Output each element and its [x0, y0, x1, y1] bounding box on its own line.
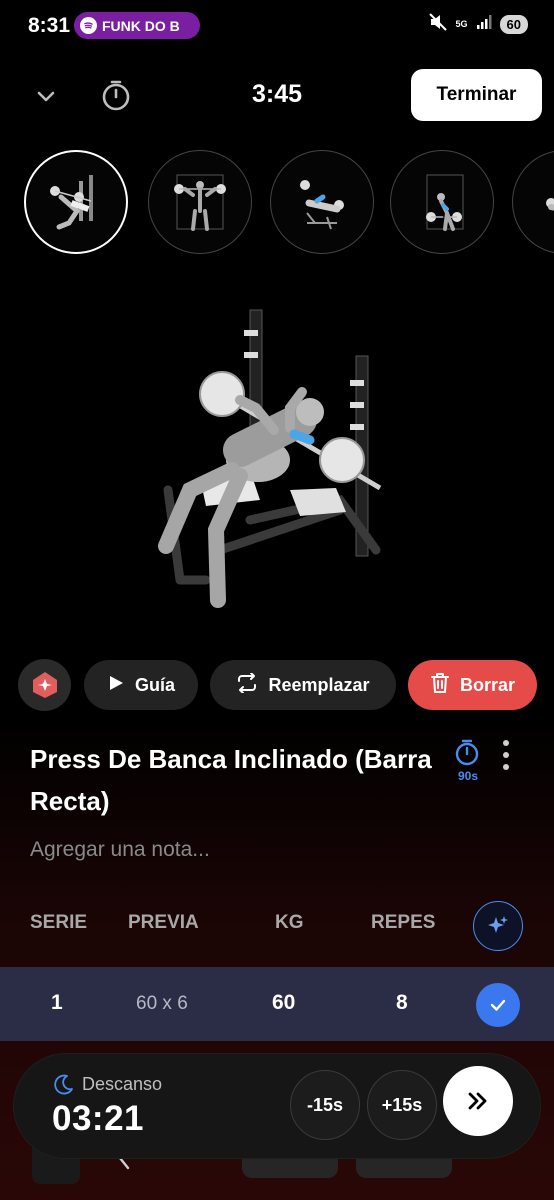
play-icon — [107, 674, 125, 697]
signal-icon — [476, 14, 492, 35]
replace-button[interactable]: Reemplazar — [210, 660, 396, 710]
network-label: 5G — [455, 19, 468, 29]
exercise-thumbnail[interactable] — [390, 150, 494, 254]
trash-icon — [430, 672, 450, 699]
kg-input[interactable]: 60 — [272, 991, 295, 1015]
rest-timer-bar: Descanso 03:21 -15s +15s — [14, 1054, 540, 1158]
column-serie: SERIE — [30, 912, 88, 933]
set-table-header: SERIE PREVIA KG REPES — [0, 912, 554, 942]
status-indicators: 5G 60 — [428, 13, 528, 36]
exercise-thumbnail[interactable] — [24, 150, 128, 254]
status-time: 8:31 — [28, 14, 71, 37]
rest-timer-icon[interactable] — [452, 737, 482, 767]
bench-press-illustration — [50, 175, 93, 230]
exercise-illustration — [174, 174, 226, 231]
delete-button[interactable]: Borrar — [408, 660, 537, 710]
exercise-thumbnail[interactable] — [270, 150, 374, 254]
exercise-illustration — [546, 198, 554, 211]
column-kg: KG — [275, 912, 304, 933]
mute-icon — [428, 13, 448, 36]
sparkle-icon — [488, 916, 508, 933]
table-row: 1 60 x 6 60 8 — [0, 967, 554, 1041]
rest-timer-value[interactable]: 90s — [450, 769, 486, 783]
finish-button[interactable]: Terminar — [411, 69, 542, 121]
media-playing-pill[interactable]: FUNK DO B — [74, 12, 200, 39]
sparkle-badge-icon — [32, 672, 57, 698]
replace-label: Reemplazar — [268, 674, 370, 695]
plus-15s-button[interactable]: +15s — [367, 1070, 437, 1140]
note-input[interactable]: Agregar una nota... — [30, 838, 210, 862]
delete-label: Borrar — [459, 674, 516, 695]
reps-input[interactable]: 8 — [396, 991, 408, 1015]
exercise-actions: Guía Reemplazar Borrar — [0, 659, 554, 711]
moon-icon — [52, 1074, 74, 1096]
double-chevron-right-icon — [468, 1092, 487, 1110]
previous-value[interactable]: 60 x 6 — [136, 993, 188, 1015]
exercise-illustration — [300, 180, 344, 230]
ai-suggest-button[interactable] — [473, 901, 523, 951]
exercise-illustration — [140, 300, 400, 620]
rest-label: Descanso — [82, 1074, 163, 1094]
battery-indicator: 60 — [499, 15, 528, 34]
exercise-title[interactable]: Press De Banca Inclinado (Barra Recta) — [30, 738, 450, 822]
column-repes: REPES — [371, 912, 436, 933]
ai-coach-button[interactable] — [18, 659, 71, 711]
status-bar: 8:31 FUNK DO B 5G 60 — [0, 0, 554, 52]
exercise-illustration — [426, 174, 464, 231]
complete-set-checkbox[interactable] — [476, 983, 520, 1027]
media-pill-text: FUNK DO B — [102, 17, 180, 34]
swap-icon — [236, 671, 258, 698]
check-icon — [490, 999, 506, 1011]
spotify-icon — [80, 17, 97, 34]
skip-rest-button[interactable] — [443, 1066, 513, 1136]
more-options-icon[interactable] — [498, 740, 514, 770]
exercise-thumbnail[interactable] — [148, 150, 252, 254]
exercise-thumbnail[interactable] — [512, 150, 554, 254]
guide-button[interactable]: Guía — [84, 660, 198, 710]
guide-label: Guía — [134, 674, 175, 695]
column-previa: PREVIA — [128, 912, 199, 933]
minus-15s-button[interactable]: -15s — [290, 1070, 360, 1140]
exercise-thumbnail-carousel[interactable] — [0, 150, 554, 256]
rest-countdown: 03:21 — [52, 1099, 145, 1138]
set-number[interactable]: 1 — [51, 991, 63, 1015]
